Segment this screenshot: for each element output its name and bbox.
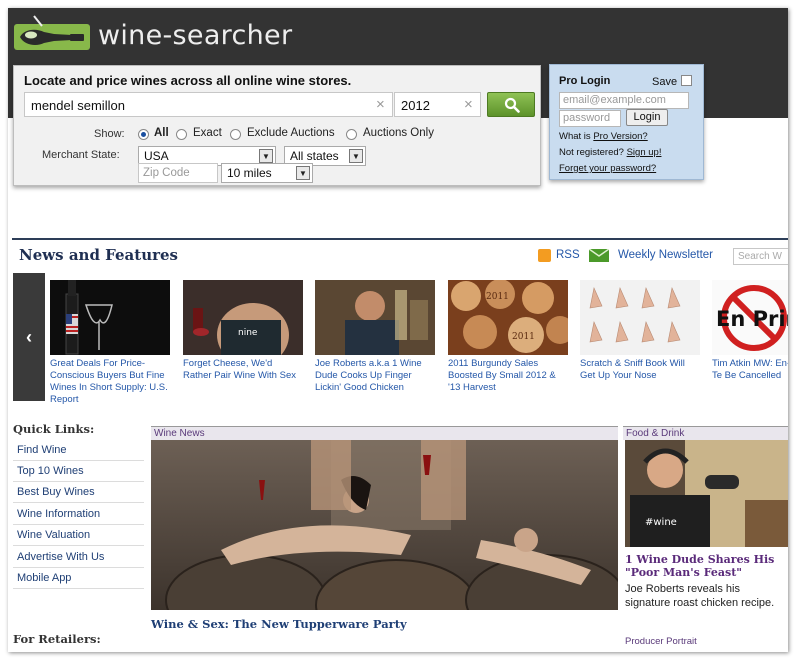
dropdown-arrow-icon: ▼ xyxy=(296,166,310,180)
password-field[interactable]: password xyxy=(559,110,621,127)
radio-auctions-only[interactable] xyxy=(346,129,357,140)
news-card[interactable]: 2011 2011 2011 Burgundy Sales Boosted By… xyxy=(448,280,568,394)
logo-wordmark: wine-searcher xyxy=(98,20,293,51)
save-label: Save xyxy=(652,76,678,88)
news-card[interactable]: nine Forget Cheese, We'd Rather Pair Win… xyxy=(183,280,303,382)
news-header: News and Features RSS Weekly Newsletter … xyxy=(12,238,788,268)
news-thumbnail xyxy=(580,280,700,355)
signup-line: Not registered? Sign up! xyxy=(559,147,661,158)
pro-login-title: Pro Login xyxy=(559,75,611,87)
clear-x-icon[interactable]: × xyxy=(376,96,385,113)
pro-version-prefix: What is xyxy=(559,131,594,142)
email-field[interactable]: email@example.com xyxy=(559,92,689,109)
newsletter-envelope-icon[interactable] xyxy=(589,249,609,262)
news-card[interactable]: Great Deals For Price-Conscious Buyers B… xyxy=(50,280,170,406)
show-label: Show: xyxy=(94,128,125,140)
news-title: News and Features xyxy=(19,246,178,264)
sign-text: En Prim xyxy=(716,307,788,331)
dropdown-arrow-icon: ▼ xyxy=(259,149,273,163)
search-button[interactable] xyxy=(487,92,535,117)
radio-all-label: All xyxy=(154,127,169,139)
news-card[interactable]: Joe Roberts a.k.a 1 Wine Dude Cooks Up F… xyxy=(315,280,435,394)
login-button[interactable]: Login xyxy=(626,109,668,126)
radio-exact[interactable] xyxy=(176,129,187,140)
quick-link-wine-information[interactable]: Wine Information xyxy=(13,504,144,525)
dropdown-arrow-icon: ▼ xyxy=(349,149,363,163)
main-story-image[interactable] xyxy=(151,440,618,610)
not-registered-prefix: Not registered? xyxy=(559,147,627,158)
food-story-summary: Joe Roberts reveals his signature roast … xyxy=(625,583,775,609)
quick-link-mobile-app[interactable]: Mobile App xyxy=(13,568,144,589)
distance-value: 10 miles xyxy=(227,166,272,180)
news-caption[interactable]: Joe Roberts a.k.a 1 Wine Dude Cooks Up F… xyxy=(315,358,435,394)
site-logo[interactable]: wine-searcher xyxy=(14,12,314,58)
quick-link-find-wine[interactable]: Find Wine xyxy=(13,440,144,461)
zip-code-input[interactable]: Zip Code xyxy=(138,163,218,183)
producer-portrait-label[interactable]: Producer Portrait xyxy=(625,636,697,647)
forgot-line: Forget your password? xyxy=(559,163,656,174)
news-caption[interactable]: Great Deals For Price-Conscious Buyers B… xyxy=(50,358,170,406)
quick-link-best-buy[interactable]: Best Buy Wines xyxy=(13,482,144,503)
state-value: All states xyxy=(290,149,339,163)
bottle-logo-icon xyxy=(14,15,90,50)
chevron-left-icon: ‹ xyxy=(26,327,32,347)
wine-search-panel: Locate and price wines across all online… xyxy=(13,65,541,186)
radio-exclude-auctions[interactable] xyxy=(230,129,241,140)
quick-links-title: Quick Links: xyxy=(13,422,95,436)
rss-icon[interactable] xyxy=(538,249,551,262)
carousel-prev-button[interactable]: ‹ xyxy=(13,273,45,401)
news-caption[interactable]: Forget Cheese, We'd Rather Pair Wine Wit… xyxy=(183,358,303,382)
svg-text:#wine: #wine xyxy=(645,517,677,528)
quick-link-advertise[interactable]: Advertise With Us xyxy=(13,547,144,568)
news-caption[interactable]: 2011 Burgundy Sales Boosted By Small 201… xyxy=(448,358,568,394)
news-caption[interactable]: Scratch & Sniff Book Will Get Up Your No… xyxy=(580,358,700,382)
radio-exclude-auctions-label: Exclude Auctions xyxy=(247,127,335,139)
signup-link[interactable]: Sign up! xyxy=(627,147,662,158)
clear-x-icon[interactable]: × xyxy=(464,96,473,113)
main-story-headline[interactable]: Wine & Sex: The New Tupperware Party xyxy=(151,617,407,631)
country-value: USA xyxy=(144,149,169,163)
quick-link-top-10[interactable]: Top 10 Wines xyxy=(13,461,144,482)
news-thumbnail xyxy=(315,280,435,355)
quick-link-wine-valuation[interactable]: Wine Valuation xyxy=(13,525,144,546)
news-thumbnail: En Prim xyxy=(712,280,788,355)
news-thumbnail xyxy=(50,280,170,355)
news-thumbnail: 2011 2011 xyxy=(448,280,568,355)
merchant-state-label: Merchant State: xyxy=(42,149,120,161)
news-search-input[interactable]: Search W xyxy=(733,248,788,265)
news-thumbnail: nine xyxy=(183,280,303,355)
radio-auctions-only-label: Auctions Only xyxy=(363,127,434,139)
cork-stamp-b: 2011 xyxy=(512,332,535,342)
search-icon xyxy=(504,97,520,113)
food-story-image[interactable]: #wine xyxy=(625,440,788,547)
forgot-password-link[interactable]: Forget your password? xyxy=(559,163,656,174)
wine-name-input[interactable]: mendel semillon xyxy=(24,92,393,117)
newsletter-link[interactable]: Weekly Newsletter xyxy=(618,249,713,261)
tab-wine-news[interactable]: Wine News xyxy=(151,426,618,440)
radio-all[interactable] xyxy=(138,129,149,140)
page: wine-searcher Locate and price wines acr… xyxy=(8,8,788,652)
food-story-headline[interactable]: 1 Wine Dude Shares His "Poor Man's Feast… xyxy=(625,553,785,579)
cork-stamp-a: 2011 xyxy=(486,292,509,302)
news-card[interactable]: En Prim Tim Atkin MW: En-Primeur Te Be C… xyxy=(712,280,788,382)
for-retailers-title: For Retailers: xyxy=(13,632,101,646)
news-caption[interactable]: Tim Atkin MW: En-Primeur Te Be Cancelled xyxy=(712,358,788,382)
tab-food-drink[interactable]: Food & Drink xyxy=(623,426,788,440)
save-checkbox[interactable] xyxy=(681,75,692,86)
pro-version-line: What is Pro Version? xyxy=(559,131,648,142)
radio-exact-label: Exact xyxy=(193,127,222,139)
search-title: Locate and price wines across all online… xyxy=(24,73,352,88)
pro-login-panel: Pro Login Save email@example.com passwor… xyxy=(549,64,704,180)
distance-select[interactable]: 10 miles ▼ xyxy=(221,163,313,183)
pro-version-link[interactable]: Pro Version? xyxy=(593,131,647,142)
rss-link[interactable]: RSS xyxy=(556,249,580,261)
svg-text:nine: nine xyxy=(238,328,258,338)
news-card[interactable]: Scratch & Sniff Book Will Get Up Your No… xyxy=(580,280,700,382)
